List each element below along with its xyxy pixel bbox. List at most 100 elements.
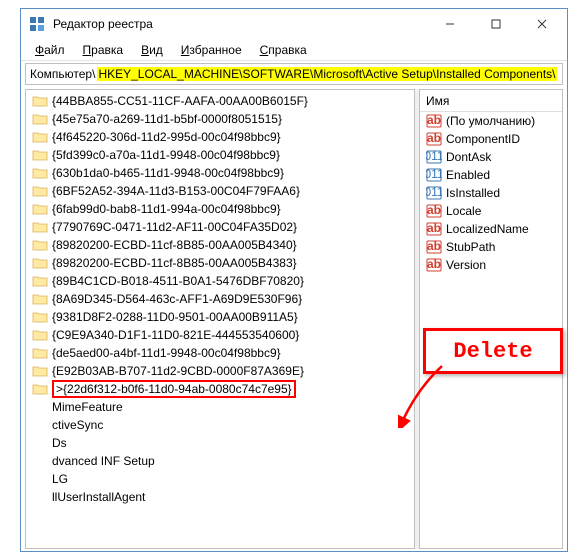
- tree-item-label: {5fd399c0-a70a-11d1-9948-00c04f98bbc9}: [52, 148, 280, 162]
- tree-item-label: ctiveSync: [52, 418, 103, 432]
- value-row[interactable]: ab StubPath: [420, 238, 562, 256]
- string-value-icon: ab: [426, 257, 442, 273]
- value-name: StubPath: [446, 240, 495, 254]
- value-row[interactable]: 011 Enabled: [420, 166, 562, 184]
- value-row[interactable]: ab Version: [420, 256, 562, 274]
- folder-icon: [32, 310, 48, 324]
- tree-item[interactable]: {630b1da0-b465-11d1-9948-00c04f98bbc9}: [26, 164, 414, 182]
- svg-text:011: 011: [426, 185, 442, 199]
- tree-item[interactable]: {4f645220-306d-11d2-995d-00c04f98bbc9}: [26, 128, 414, 146]
- tree-pane[interactable]: {44BBA855-CC51-11CF-AAFA-00AA00B6015F} {4…: [25, 89, 415, 549]
- maximize-button[interactable]: [473, 9, 519, 39]
- tree-item-label: {8A69D345-D564-463c-AFF1-A69D9E530F96}: [52, 292, 302, 306]
- tree-item[interactable]: ctiveSync: [26, 416, 414, 434]
- tree-item[interactable]: >{22d6f312-b0f6-11d0-94ab-0080c74c7e95}: [26, 380, 414, 398]
- tree-item[interactable]: {5fd399c0-a70a-11d1-9948-00c04f98bbc9}: [26, 146, 414, 164]
- tree-item-label: {4f645220-306d-11d2-995d-00c04f98bbc9}: [52, 130, 281, 144]
- tree-item[interactable]: MimeFeature: [26, 398, 414, 416]
- tree-item[interactable]: {7790769C-0471-11d2-AF11-00C04FA35D02}: [26, 218, 414, 236]
- value-row[interactable]: 011 DontAsk: [420, 148, 562, 166]
- tree-item-label: {89820200-ECBD-11cf-8B85-00AA005B4383}: [52, 256, 297, 270]
- menu-edit[interactable]: Правка: [75, 41, 132, 59]
- value-name: Locale: [446, 204, 481, 218]
- tree-item-label: {6BF52A52-394A-11d3-B153-00C04F79FAA6}: [52, 184, 300, 198]
- value-row[interactable]: abLocalizedName: [420, 220, 562, 238]
- registry-editor-window: Редактор реестра Файл Правка Вид Избранн…: [20, 8, 568, 552]
- tree-item-label: {44BBA855-CC51-11CF-AAFA-00AA00B6015F}: [52, 94, 308, 108]
- tree-item-label: {89820200-ECBD-11cf-8B85-00AA005B4340}: [52, 238, 297, 252]
- string-value-icon: ab: [426, 131, 442, 147]
- path-highlighted: HKEY_LOCAL_MACHINE\SOFTWARE\Microsoft\Ac…: [97, 67, 556, 81]
- tree-item[interactable]: {C9E9A340-D1F1-11D0-821E-444553540600}: [26, 326, 414, 344]
- path-prefix: Компьютер\: [26, 67, 97, 81]
- tree-item[interactable]: {8A69D345-D564-463c-AFF1-A69D9E530F96}: [26, 290, 414, 308]
- menu-favorites[interactable]: Избранное: [173, 41, 250, 59]
- tree-item-label: {6fab99d0-bab8-11d1-994a-00c04f98bbc9}: [52, 202, 281, 216]
- folder-icon: [32, 382, 48, 396]
- tree-item[interactable]: dvanced INF Setup: [26, 452, 414, 470]
- tree-item-label: {9381D8F2-0288-11D0-9501-00AA00B911A5}: [52, 310, 298, 324]
- tree-item-label: {7790769C-0471-11d2-AF11-00C04FA35D02}: [52, 220, 297, 234]
- minimize-button[interactable]: [427, 9, 473, 39]
- tree-item[interactable]: {89820200-ECBD-11cf-8B85-00AA005B4383}: [26, 254, 414, 272]
- folder-icon: [32, 256, 48, 270]
- folder-icon: [32, 292, 48, 306]
- tree-item[interactable]: llUserInstallAgent: [26, 488, 414, 506]
- folder-icon: [32, 184, 48, 198]
- tree-item[interactable]: {89820200-ECBD-11cf-8B85-00AA005B4340}: [26, 236, 414, 254]
- tree-item[interactable]: {de5aed00-a4bf-11d1-9948-00c04f98bbc9}: [26, 344, 414, 362]
- titlebar[interactable]: Редактор реестра: [21, 9, 567, 39]
- tree-item[interactable]: {E92B03AB-B707-11d2-9CBD-0000F87A369E}: [26, 362, 414, 380]
- menu-help[interactable]: Справка: [252, 41, 315, 59]
- string-value-icon: ab: [426, 221, 442, 237]
- folder-icon: [32, 346, 48, 360]
- string-value-icon: ab: [426, 239, 442, 255]
- value-row[interactable]: ab Locale: [420, 202, 562, 220]
- value-row[interactable]: ab ComponentID: [420, 130, 562, 148]
- annotation-delete: Delete: [423, 328, 563, 374]
- tree-item-label: {89B4C1CD-B018-4511-B0A1-5476DBF70820}: [52, 274, 304, 288]
- values-pane[interactable]: Имя ab (По умолчанию) ab ComponentID 011 Dont…: [419, 89, 563, 549]
- value-row[interactable]: ab (По умолчанию): [420, 112, 562, 130]
- tree-item[interactable]: LG: [26, 470, 414, 488]
- tree-item[interactable]: {44BBA855-CC51-11CF-AAFA-00AA00B6015F}: [26, 92, 414, 110]
- close-button[interactable]: [519, 9, 565, 39]
- tree-item-label: {630b1da0-b465-11d1-9948-00c04f98bbc9}: [52, 166, 284, 180]
- tree-item[interactable]: {9381D8F2-0288-11D0-9501-00AA00B911A5}: [26, 308, 414, 326]
- svg-text:ab: ab: [427, 257, 441, 271]
- tree-item-label: {45e75a70-a269-11d1-b5bf-0000f8051515}: [52, 112, 282, 126]
- tree-item[interactable]: Ds: [26, 434, 414, 452]
- folder-icon: [32, 166, 48, 180]
- folder-icon: [32, 202, 48, 216]
- value-name: DontAsk: [446, 150, 491, 164]
- value-name: Enabled: [446, 168, 490, 182]
- window-title: Редактор реестра: [53, 17, 427, 31]
- tree-item[interactable]: {6BF52A52-394A-11d3-B153-00C04F79FAA6}: [26, 182, 414, 200]
- tree-item[interactable]: {6fab99d0-bab8-11d1-994a-00c04f98bbc9}: [26, 200, 414, 218]
- tree-item[interactable]: {45e75a70-a269-11d1-b5bf-0000f8051515}: [26, 110, 414, 128]
- value-name: ComponentID: [446, 132, 520, 146]
- value-row[interactable]: 011IsInstalled: [420, 184, 562, 202]
- svg-text:ab: ab: [427, 203, 441, 217]
- tree-item-label: {C9E9A340-D1F1-11D0-821E-444553540600}: [52, 328, 299, 342]
- folder-icon: [32, 238, 48, 252]
- folder-icon: [32, 112, 48, 126]
- tree-item-label: MimeFeature: [52, 400, 123, 414]
- menu-file[interactable]: Файл: [27, 41, 73, 59]
- value-name: (По умолчанию): [446, 114, 535, 128]
- value-name: Version: [446, 258, 486, 272]
- tree-item-label: {de5aed00-a4bf-11d1-9948-00c04f98bbc9}: [52, 346, 281, 360]
- binary-value-icon: 011: [426, 149, 442, 165]
- folder-icon: [32, 274, 48, 288]
- tree-item-label: LG: [52, 472, 68, 486]
- column-header-name[interactable]: Имя: [420, 90, 562, 112]
- svg-text:011: 011: [426, 167, 442, 181]
- svg-text:ab: ab: [427, 113, 441, 127]
- tree-item-label: Ds: [52, 436, 67, 450]
- app-icon: [29, 16, 45, 32]
- tree-item[interactable]: {89B4C1CD-B018-4511-B0A1-5476DBF70820}: [26, 272, 414, 290]
- folder-icon: [32, 130, 48, 144]
- menu-view[interactable]: Вид: [133, 41, 171, 59]
- address-bar[interactable]: Компьютер\HKEY_LOCAL_MACHINE\SOFTWARE\Mi…: [25, 63, 563, 85]
- folder-icon: [32, 94, 48, 108]
